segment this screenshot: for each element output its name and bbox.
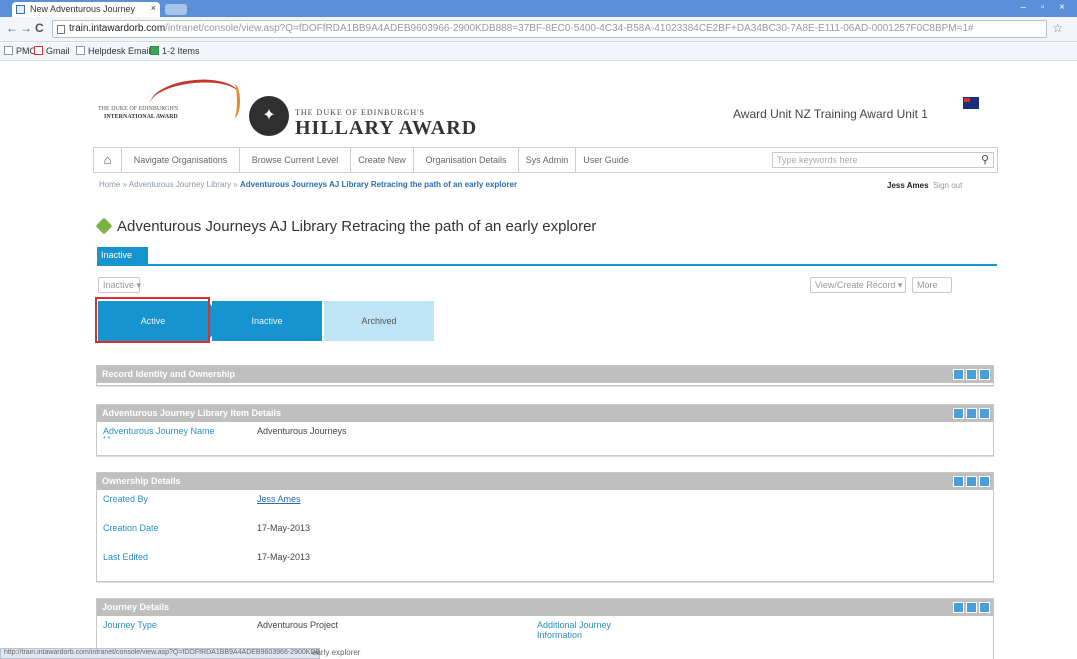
nav-create-new[interactable]: Create New xyxy=(351,148,414,172)
main-navigation: ⌂ Navigate Organisations Browse Current … xyxy=(93,147,998,173)
sign-out-link[interactable]: Sign out xyxy=(933,181,962,190)
nav-organisation-details[interactable]: Organisation Details xyxy=(414,148,519,172)
breadcrumb-current: Adventurous Journeys AJ Library Retracin… xyxy=(239,180,518,189)
browser-toolbar: ← → C train.intawardorb.com/intranet/con… xyxy=(0,17,1077,42)
journey-type-value: Adventurous Project xyxy=(257,620,339,630)
window-controls[interactable]: – ▫ × xyxy=(1020,2,1071,13)
collapse-icon[interactable] xyxy=(953,602,964,613)
bookmark-helpdesk[interactable]: Helpdesk Email xyxy=(76,46,151,56)
browser-tab-title: New Adventurous Journey xyxy=(30,4,136,14)
panel-header[interactable]: Journey Details xyxy=(97,599,993,616)
page-icon xyxy=(57,25,65,34)
journey-name-value: Adventurous Journeys xyxy=(257,426,347,436)
nav-navigate-organisations[interactable]: Navigate Organisations xyxy=(122,148,240,172)
collapse-icon[interactable] xyxy=(979,369,990,380)
browser-status-bar: http://train.intawardorb.com/intranet/co… xyxy=(0,648,320,659)
user-name[interactable]: Jess Ames xyxy=(887,181,929,190)
edit-icon[interactable] xyxy=(966,602,977,613)
collapse-icon[interactable] xyxy=(953,408,964,419)
journey-name-label: Adventurous Journey Name xyxy=(103,426,215,436)
bookmark-items[interactable]: 1-2 Items xyxy=(150,46,200,56)
creation-date-label: Creation Date xyxy=(103,523,159,533)
browser-tab-strip: New Adventurous Journey × – ▫ × xyxy=(0,0,1077,17)
reload-icon[interactable]: C xyxy=(35,21,44,35)
add-icon[interactable] xyxy=(953,369,964,380)
panel-record-identity: Record Identity and Ownership xyxy=(96,365,994,386)
browser-status-tail: early explorer xyxy=(312,648,361,657)
gmail-icon xyxy=(34,46,43,55)
bookmark-pmc[interactable]: PMC xyxy=(4,46,36,56)
status-select[interactable]: Inactive ▾ xyxy=(98,277,141,293)
more-button[interactable]: More xyxy=(912,277,952,293)
nz-flag-icon xyxy=(963,97,979,109)
nav-browse-current-level[interactable]: Browse Current Level xyxy=(240,148,351,172)
folder-icon xyxy=(4,46,13,55)
panel-library-details: Adventurous Journey Library Item Details… xyxy=(96,404,994,456)
last-edited-label: Last Edited xyxy=(103,552,149,562)
hillary-subtitle: THE DUKE OF EDINBURGH'S xyxy=(295,108,425,117)
breadcrumb[interactable]: Home » Adventurous Journey Library » Adv… xyxy=(99,180,517,189)
journey-type-label: Journey Type xyxy=(103,620,157,630)
close-icon[interactable] xyxy=(979,476,990,487)
page-favicon-icon xyxy=(16,5,25,14)
url-path: /intranet/console/view.asp?Q=fDOFfRDA1BB… xyxy=(165,23,974,34)
award-unit-label: Award Unit NZ Training Award Unit 1 xyxy=(733,107,928,121)
tab-underline xyxy=(97,264,997,266)
back-arrow-icon[interactable]: ← xyxy=(6,21,18,35)
additional-info-label: Additional Journey xyxy=(537,620,612,630)
sheet-icon xyxy=(150,46,159,55)
panel-header[interactable]: Adventurous Journey Library Item Details xyxy=(97,405,993,422)
close-icon[interactable] xyxy=(979,408,990,419)
close-tab-icon[interactable]: × xyxy=(151,3,156,13)
bookmark-star-icon[interactable]: ☆ xyxy=(1052,21,1063,35)
edit-icon[interactable] xyxy=(966,476,977,487)
search-icon[interactable]: ⚲ xyxy=(981,153,989,166)
record-diamond-icon xyxy=(95,217,113,235)
forward-arrow-icon[interactable]: → xyxy=(20,21,32,35)
logo-swoosh-orange xyxy=(228,84,240,118)
edit-icon[interactable] xyxy=(966,408,977,419)
tab-inactive[interactable]: Inactive xyxy=(97,247,148,264)
status-step-archived[interactable]: Archived xyxy=(324,301,434,341)
page-title: Adventurous Journeys AJ Library Retracin… xyxy=(117,218,597,235)
panel-header[interactable]: Record Identity and Ownership xyxy=(97,366,993,383)
user-area: Jess Ames Sign out xyxy=(887,181,962,190)
search-input[interactable]: Type keywords here ⚲ xyxy=(772,152,994,168)
edit-icon[interactable] xyxy=(966,369,977,380)
search-placeholder: Type keywords here xyxy=(777,155,858,165)
collapse-icon[interactable] xyxy=(953,476,964,487)
required-marker: * * xyxy=(103,436,111,443)
panel-tools xyxy=(951,476,990,489)
address-bar[interactable]: train.intawardorb.com/intranet/console/v… xyxy=(52,20,1047,38)
close-icon[interactable] xyxy=(979,602,990,613)
panel-ownership-details: Ownership Details Created By Jess Ames C… xyxy=(96,472,994,582)
panel-tools xyxy=(951,408,990,421)
url-host: train.intawardorb.com xyxy=(69,23,166,34)
created-by-label: Created By xyxy=(103,494,149,504)
browser-tab[interactable]: New Adventurous Journey × xyxy=(12,2,160,17)
home-icon[interactable]: ⌂ xyxy=(94,148,122,172)
panel-tools xyxy=(951,369,990,382)
additional-info-label-2: Information xyxy=(537,630,583,640)
page-icon xyxy=(76,46,85,55)
view-create-record-select[interactable]: View/Create Record ▾ xyxy=(810,277,906,293)
nav-user-guide[interactable]: User Guide xyxy=(576,148,636,172)
panel-tools xyxy=(951,602,990,615)
bookmark-gmail[interactable]: Gmail xyxy=(34,46,70,56)
highlight-box xyxy=(95,297,210,343)
breadcrumb-path[interactable]: Home » Adventurous Journey Library » xyxy=(99,180,240,189)
nav-sys-admin[interactable]: Sys Admin xyxy=(519,148,576,172)
status-step-inactive[interactable]: Inactive xyxy=(212,301,322,341)
bookmarks-bar: PMC Gmail Helpdesk Email 1-2 Items xyxy=(0,43,1077,61)
hillary-seal-icon: ✦ xyxy=(249,96,289,136)
created-by-link[interactable]: Jess Ames xyxy=(257,494,301,504)
last-edited-value: 17-May-2013 xyxy=(257,552,311,562)
new-tab-button[interactable] xyxy=(165,4,187,15)
hillary-award-logo[interactable]: HILLARY AWARD xyxy=(295,117,477,140)
panel-header[interactable]: Ownership Details xyxy=(97,473,993,490)
creation-date-value: 17-May-2013 xyxy=(257,523,311,533)
